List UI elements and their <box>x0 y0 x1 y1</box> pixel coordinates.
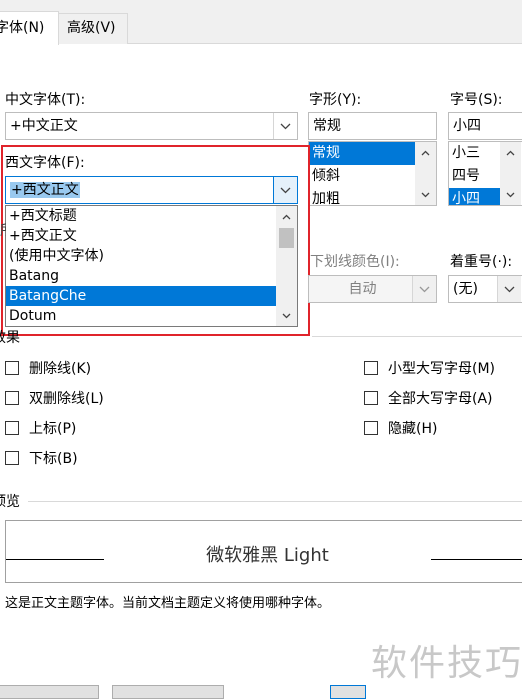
watermark-text: 软件技巧 <box>371 643 522 684</box>
checkbox-box[interactable] <box>5 361 19 375</box>
emphasis-mark-value: (无) <box>453 281 478 297</box>
emphasis-mark-label: 着重号(·): <box>450 254 513 270</box>
effects-section-label: 效果 <box>0 330 20 346</box>
checkbox-box[interactable] <box>5 391 19 405</box>
font-style-value: 常规 <box>313 118 341 134</box>
chinese-font-dropdown-button[interactable] <box>273 113 297 139</box>
scroll-up-icon[interactable] <box>500 144 521 161</box>
list-item[interactable]: 小四 <box>449 188 506 205</box>
chevron-down-icon <box>504 286 515 292</box>
chevron-down-icon <box>419 286 430 292</box>
checkbox-label: 上标(P) <box>29 421 77 437</box>
western-font-dropdown-button[interactable] <box>273 177 297 203</box>
section-fragment-label: 所 <box>0 220 6 240</box>
tab-strip: 字体(N) 高级(V) <box>0 0 522 45</box>
font-style-input[interactable]: 常规 <box>308 112 437 140</box>
scroll-thumb[interactable] <box>279 228 294 248</box>
superscript-checkbox[interactable]: 上标(P) <box>5 417 76 439</box>
preview-section-label: 预览 <box>0 494 20 510</box>
font-size-label: 字号(S): <box>450 92 503 108</box>
checkbox-box[interactable] <box>5 421 19 435</box>
bottom-button-left[interactable] <box>0 685 99 699</box>
list-item[interactable]: Dotum <box>6 306 297 326</box>
all-caps-checkbox[interactable]: 全部大写字母(A) <box>364 387 493 409</box>
small-caps-checkbox[interactable]: 小型大写字母(M) <box>364 357 495 379</box>
underline-color-label: 下划线颜色(I): <box>310 254 400 270</box>
chinese-font-value: +中文正文 <box>10 118 78 134</box>
preview-description: 这是正文主题字体。当前文档主题定义将使用哪种字体。 <box>5 596 331 611</box>
scroll-down-icon[interactable] <box>500 186 521 203</box>
list-item[interactable]: (使用中文字体) <box>6 246 297 266</box>
list-item[interactable]: 常规 <box>309 142 415 165</box>
western-font-value: +西文正文 <box>10 182 80 198</box>
chevron-down-icon <box>280 123 291 129</box>
western-font-combobox[interactable]: +西文正文 <box>5 176 298 204</box>
preview-baseline-left <box>6 559 104 560</box>
western-font-label: 西文字体(F): <box>5 155 85 171</box>
subscript-checkbox[interactable]: 下标(B) <box>5 447 78 469</box>
chinese-font-label: 中文字体(T): <box>5 92 86 108</box>
preview-box: 微软雅黑 Light <box>5 520 522 583</box>
underline-color-dropdown-button[interactable] <box>412 276 436 302</box>
emphasis-mark-select[interactable]: (无) <box>448 275 522 303</box>
preview-divider <box>28 501 522 502</box>
font-style-scrollbar[interactable] <box>415 142 436 205</box>
preview-sample-text: 微软雅黑 Light <box>206 545 329 566</box>
tab-advanced[interactable]: 高级(V) <box>58 13 128 44</box>
checkbox-box[interactable] <box>364 361 378 375</box>
chevron-down-icon <box>280 187 291 193</box>
western-font-dropdown-list[interactable]: +西文标题 +西文正文 (使用中文字体) Batang BatangChe Do… <box>5 205 298 327</box>
list-item[interactable]: +西文标题 <box>6 206 297 226</box>
preview-baseline-right <box>431 559 522 560</box>
scroll-down-icon[interactable] <box>415 186 436 203</box>
checkbox-label: 删除线(K) <box>29 361 92 377</box>
hidden-checkbox[interactable]: 隐藏(H) <box>364 417 437 439</box>
strikethrough-checkbox[interactable]: 删除线(K) <box>5 357 91 379</box>
bottom-button-right[interactable] <box>330 685 366 699</box>
font-style-label: 字形(Y): <box>309 92 362 108</box>
double-strikethrough-checkbox[interactable]: 双删除线(L) <box>5 387 104 409</box>
checkbox-label: 小型大写字母(M) <box>388 361 496 377</box>
scroll-up-icon[interactable] <box>415 144 436 161</box>
checkbox-label: 隐藏(H) <box>388 421 438 437</box>
western-font-scrollbar[interactable] <box>276 206 297 326</box>
underline-color-value: 自动 <box>348 281 377 297</box>
scroll-down-icon[interactable] <box>276 307 297 324</box>
list-item[interactable]: Batang <box>6 266 297 286</box>
bottom-button-middle[interactable] <box>112 685 224 699</box>
checkbox-box[interactable] <box>364 421 378 435</box>
list-item[interactable]: +西文正文 <box>6 226 297 246</box>
font-size-listbox[interactable]: 小三 四号 小四 <box>448 141 522 206</box>
font-size-value: 小四 <box>453 118 481 134</box>
underline-color-select[interactable]: 自动 <box>308 275 437 303</box>
effects-divider <box>312 336 522 337</box>
checkbox-label: 下标(B) <box>29 451 78 467</box>
emphasis-mark-dropdown-button[interactable] <box>497 276 521 302</box>
font-size-input[interactable]: 小四 <box>448 112 522 140</box>
checkbox-label: 全部大写字母(A) <box>388 391 493 407</box>
checkbox-box[interactable] <box>5 451 19 465</box>
list-item[interactable]: BatangChe <box>6 286 277 306</box>
font-style-listbox[interactable]: 常规 倾斜 加粗 <box>308 141 437 206</box>
checkbox-box[interactable] <box>364 391 378 405</box>
tab-font[interactable]: 字体(N) <box>0 11 59 45</box>
chinese-font-combobox[interactable]: +中文正文 <box>5 112 298 140</box>
checkbox-label: 双删除线(L) <box>29 391 104 407</box>
font-size-scrollbar[interactable] <box>500 142 521 205</box>
scroll-up-icon[interactable] <box>276 208 297 225</box>
